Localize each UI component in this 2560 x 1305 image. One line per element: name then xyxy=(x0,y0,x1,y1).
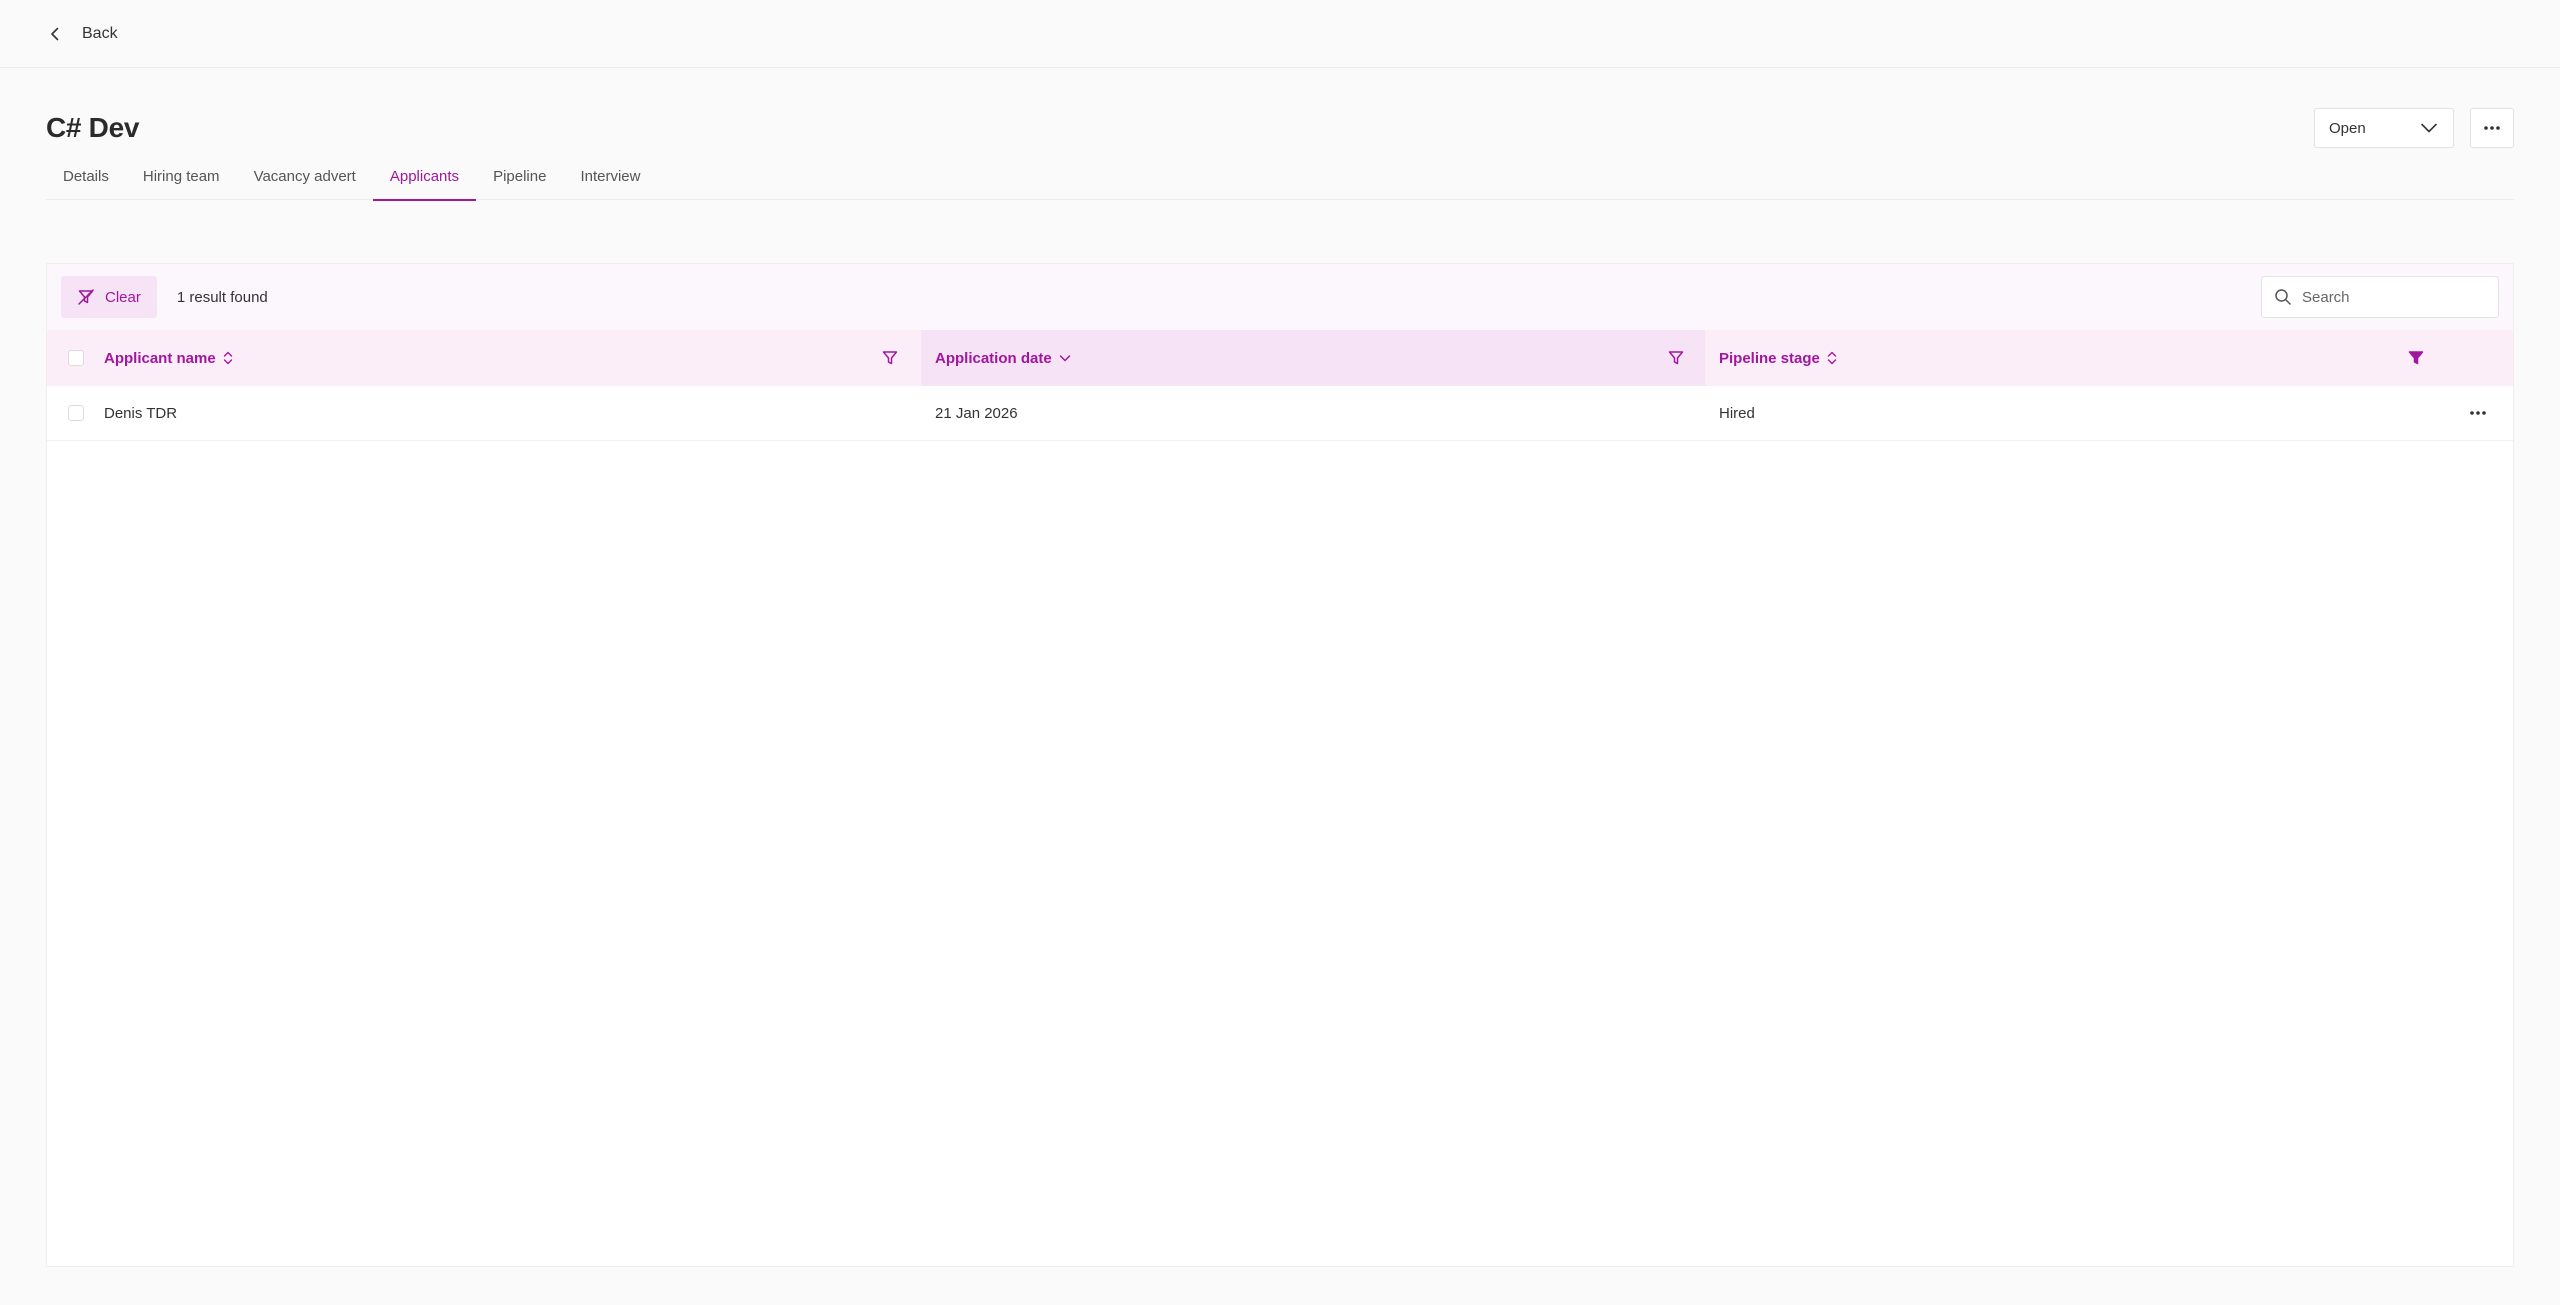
sort-descending-icon xyxy=(1059,355,1070,362)
table-header: Applicant name Application date Pipeline… xyxy=(47,330,2513,386)
column-pipeline-stage: Pipeline stage xyxy=(1705,330,2513,386)
column-label: Application date xyxy=(935,349,1052,367)
chevron-down-icon xyxy=(2421,123,2437,133)
applicant-name-cell: Denis TDR xyxy=(104,404,178,422)
back-button[interactable]: Back xyxy=(46,25,118,43)
vacancy-header: C# Dev Open Details Hiring team Vacancy … xyxy=(46,68,2514,213)
filter-clear-icon xyxy=(78,289,94,305)
table-toolbar: Clear 1 result found xyxy=(47,264,2513,330)
column-label: Applicant name xyxy=(104,349,216,367)
select-all-checkbox[interactable] xyxy=(67,350,84,366)
filter-icon[interactable] xyxy=(1667,349,1685,367)
clear-filters-button[interactable]: Clear xyxy=(61,276,157,318)
tab-applicants[interactable]: Applicants xyxy=(372,160,477,201)
search-box[interactable] xyxy=(2261,276,2499,318)
table-row[interactable]: Denis TDR 21 Jan 2026 Hired xyxy=(47,386,2513,441)
sort-application-date[interactable]: Application date xyxy=(935,350,1072,367)
column-label: Pipeline stage xyxy=(1719,349,1820,367)
tab-hiring-team[interactable]: Hiring team xyxy=(126,160,237,200)
pipeline-stage-cell: Hired xyxy=(1719,404,1755,422)
filter-icon[interactable] xyxy=(881,349,899,367)
sort-icon xyxy=(1827,351,1837,365)
tab-details[interactable]: Details xyxy=(46,160,126,200)
application-date-cell: 21 Jan 2026 xyxy=(935,404,1018,422)
select-all-cell xyxy=(47,330,104,386)
search-icon xyxy=(2275,289,2291,305)
column-applicant-name: Applicant name xyxy=(104,330,921,386)
result-count: 1 result found xyxy=(176,288,268,306)
row-actions-button[interactable] xyxy=(2467,404,2489,422)
applicants-panel: Clear 1 result found Applicant name xyxy=(46,263,2514,1267)
status-dropdown[interactable]: Open xyxy=(2314,108,2454,148)
tab-pipeline[interactable]: Pipeline xyxy=(476,160,563,200)
sort-pipeline-stage[interactable]: Pipeline stage xyxy=(1719,349,1838,367)
back-label: Back xyxy=(82,24,118,42)
row-select-cell xyxy=(47,405,104,421)
clear-label: Clear xyxy=(105,288,141,306)
more-options-button[interactable] xyxy=(2470,108,2514,148)
status-value: Open xyxy=(2329,119,2366,137)
tab-bar: Details Hiring team Vacancy advert Appli… xyxy=(46,160,2514,201)
tab-vacancy-advert[interactable]: Vacancy advert xyxy=(237,160,373,200)
more-horizontal-icon xyxy=(2470,411,2486,415)
top-bar: Back xyxy=(0,0,2560,68)
chevron-left-icon xyxy=(51,27,59,40)
search-input[interactable] xyxy=(2302,288,2482,306)
sort-icon xyxy=(223,351,232,365)
row-checkbox[interactable] xyxy=(67,405,84,421)
filter-active-icon[interactable] xyxy=(2407,349,2425,367)
tab-interview[interactable]: Interview xyxy=(563,160,657,200)
column-application-date: Application date xyxy=(921,330,1705,386)
more-horizontal-icon xyxy=(2484,126,2500,130)
page-title: C# Dev xyxy=(46,112,140,143)
sort-applicant-name[interactable]: Applicant name xyxy=(104,349,234,367)
